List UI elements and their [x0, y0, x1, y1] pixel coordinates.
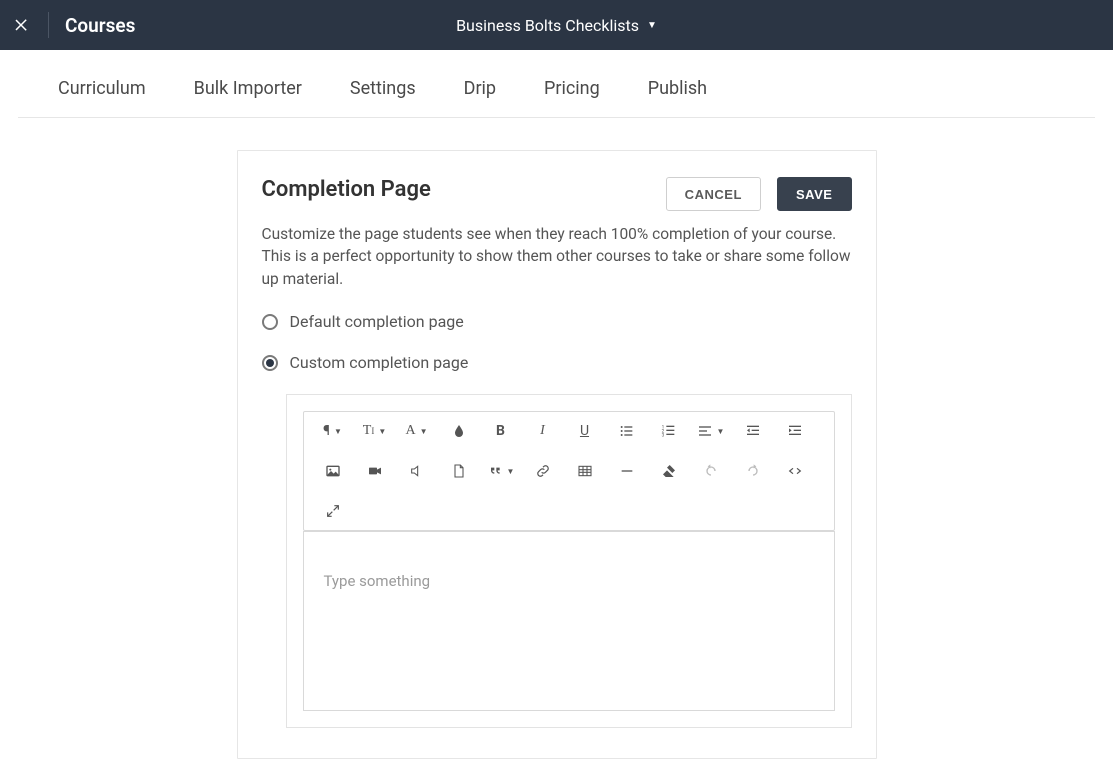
page-section-title: Courses — [65, 14, 135, 37]
tab-pricing[interactable]: Pricing — [544, 78, 600, 99]
vertical-divider — [48, 12, 49, 38]
course-name: Business Bolts Checklists — [456, 16, 639, 35]
panel-actions: CANCEL SAVE — [666, 177, 852, 211]
tab-curriculum[interactable]: Curriculum — [58, 78, 146, 99]
top-bar: Courses Business Bolts Checklists ▼ — [0, 0, 1113, 50]
tab-publish[interactable]: Publish — [648, 78, 707, 99]
bold-button[interactable]: B — [480, 418, 522, 444]
tab-bar: Curriculum Bulk Importer Settings Drip P… — [18, 50, 1095, 118]
horizontal-rule-button[interactable] — [606, 458, 648, 484]
tab-settings[interactable]: Settings — [350, 78, 416, 99]
outdent-button[interactable] — [732, 418, 774, 444]
radio-icon — [262, 314, 278, 330]
course-selector[interactable]: Business Bolts Checklists ▼ — [456, 16, 657, 35]
panel-header: Completion Page CANCEL SAVE — [262, 177, 852, 211]
unordered-list-button[interactable] — [606, 418, 648, 444]
clear-formatting-button[interactable] — [648, 458, 690, 484]
radio-default-completion[interactable]: Default completion page — [262, 312, 852, 331]
text-color-button[interactable] — [438, 418, 480, 444]
panel-title: Completion Page — [262, 177, 431, 202]
quote-button[interactable]: ▼ — [480, 458, 522, 484]
insert-image-button[interactable] — [312, 458, 354, 484]
rich-text-editor: ¶▼ TI▼ A▼ B I U 123 ▼ ▼ — [286, 394, 852, 728]
code-view-button[interactable] — [774, 458, 816, 484]
fullscreen-button[interactable] — [312, 498, 354, 524]
italic-button[interactable]: I — [522, 418, 564, 444]
align-button[interactable]: ▼ — [690, 418, 732, 444]
radio-label: Custom completion page — [290, 353, 469, 372]
cancel-button[interactable]: CANCEL — [666, 177, 761, 211]
insert-audio-button[interactable] — [396, 458, 438, 484]
save-button[interactable]: SAVE — [777, 177, 852, 211]
tab-bulk-importer[interactable]: Bulk Importer — [194, 78, 302, 99]
radio-custom-completion[interactable]: Custom completion page — [262, 353, 852, 372]
insert-table-button[interactable] — [564, 458, 606, 484]
indent-button[interactable] — [774, 418, 816, 444]
font-family-button[interactable]: A▼ — [396, 418, 438, 444]
insert-link-button[interactable] — [522, 458, 564, 484]
ordered-list-button[interactable]: 123 — [648, 418, 690, 444]
editor-placeholder: Type something — [324, 572, 431, 590]
undo-button[interactable] — [690, 458, 732, 484]
radio-label: Default completion page — [290, 312, 464, 331]
svg-text:3: 3 — [661, 433, 664, 439]
insert-video-button[interactable] — [354, 458, 396, 484]
radio-icon — [262, 355, 278, 371]
tab-drip[interactable]: Drip — [464, 78, 496, 99]
editor-textarea[interactable]: Type something — [303, 531, 835, 711]
underline-button[interactable]: U — [564, 418, 606, 444]
panel-description: Customize the page students see when the… — [262, 223, 852, 290]
caret-down-icon: ▼ — [647, 20, 657, 31]
insert-file-button[interactable] — [438, 458, 480, 484]
font-size-button[interactable]: TI▼ — [354, 418, 396, 444]
close-icon[interactable] — [10, 13, 34, 37]
paragraph-format-button[interactable]: ¶▼ — [312, 418, 354, 444]
completion-page-panel: Completion Page CANCEL SAVE Customize th… — [237, 150, 877, 759]
editor-toolbar: ¶▼ TI▼ A▼ B I U 123 ▼ ▼ — [303, 411, 835, 531]
redo-button[interactable] — [732, 458, 774, 484]
